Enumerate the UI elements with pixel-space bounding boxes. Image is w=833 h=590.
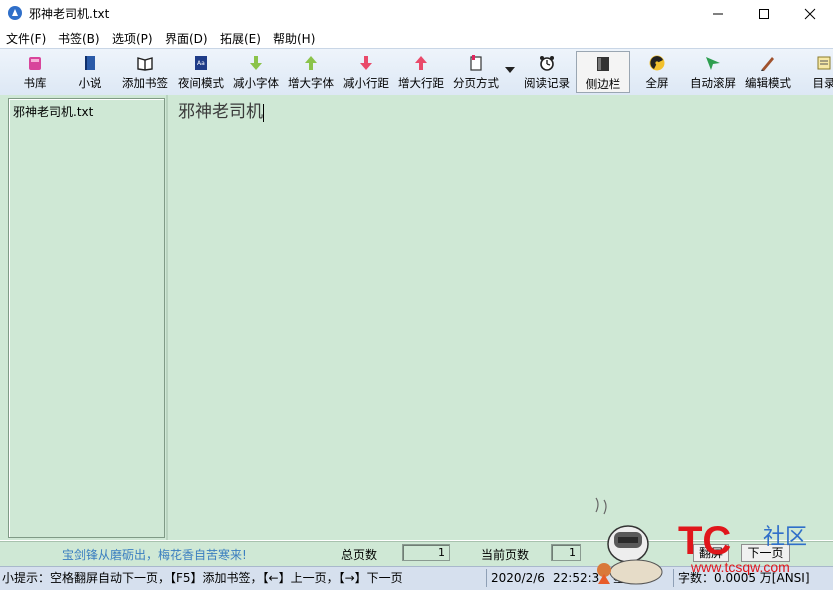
- current-page-label: 当前页数: [481, 548, 530, 562]
- motto-text: 宝剑锋从磨砺出，梅花香自苦寒来!: [62, 548, 247, 562]
- toolbar-line-spacing-more-button[interactable]: 增大行距: [394, 51, 448, 93]
- menu-help[interactable]: 帮助(H): [273, 30, 315, 47]
- toolbar-sidebar-button[interactable]: 侧边栏: [576, 51, 630, 93]
- mascot-figure: [595, 497, 663, 585]
- novel-icon: [85, 56, 95, 70]
- pagination-dropdown-arrow-icon[interactable]: [505, 67, 515, 73]
- toolbar-reading-history-button[interactable]: 阅读记录: [520, 51, 574, 93]
- watermark-suffix: 社区: [763, 525, 807, 550]
- toolbar-novel-button[interactable]: 小说: [67, 51, 113, 93]
- toolbar-edit-mode-button[interactable]: 编辑模式: [741, 51, 795, 93]
- close-button[interactable]: [787, 0, 833, 27]
- auto-scroll-icon: [706, 57, 720, 70]
- watermark-url: www.tcsqw.com: [690, 559, 790, 575]
- toolbar-fullscreen-button[interactable]: 全屏: [634, 51, 680, 93]
- toolbar-add-bookmark-button[interactable]: 添加书签: [118, 51, 172, 93]
- bookshelf-icon: [29, 57, 41, 70]
- toolbar: 书库 小说 添加书签 Aa 夜间模式 减小字体 增大字体 减小行距 增大行距 分…: [0, 48, 833, 96]
- total-pages-field: 1: [402, 544, 450, 561]
- main-area: 邪神老司机.txt 邪神老司机: [0, 95, 833, 540]
- line-spacing-more-icon: [415, 56, 427, 70]
- minimize-icon: [713, 13, 723, 14]
- toc-icon: [817, 56, 831, 70]
- watermark-brand: TC: [678, 519, 731, 563]
- total-pages-label: 总页数: [341, 548, 378, 562]
- reading-text-area[interactable]: 邪神老司机: [168, 95, 833, 540]
- current-page-field[interactable]: 1: [551, 544, 581, 561]
- night-mode-icon: Aa: [195, 56, 207, 70]
- text-caret: [263, 103, 264, 122]
- font-smaller-icon: [250, 56, 262, 70]
- minimize-button[interactable]: [695, 0, 741, 27]
- pagination-icon: [470, 55, 482, 71]
- font-larger-icon: [305, 56, 317, 70]
- menu-interface[interactable]: 界面(D): [165, 30, 208, 47]
- file-list-item[interactable]: 邪神老司机.txt: [13, 103, 93, 120]
- book-content-text: 邪神老司机: [178, 102, 263, 122]
- status-date: 2020/2/6: [491, 571, 545, 585]
- add-bookmark-icon: [137, 57, 153, 71]
- toolbar-font-larger-button[interactable]: 增大字体: [284, 51, 338, 93]
- toolbar-font-smaller-button[interactable]: 减小字体: [229, 51, 283, 93]
- menu-extensions[interactable]: 拓展(E): [220, 30, 261, 47]
- maximize-icon: [759, 8, 769, 19]
- toolbar-night-mode-button[interactable]: Aa 夜间模式: [174, 51, 228, 93]
- toolbar-pagination-button[interactable]: 分页方式: [449, 51, 503, 93]
- window-title: 邪神老司机.txt: [29, 7, 110, 21]
- maximize-button[interactable]: [741, 0, 787, 27]
- watermark-logo: TC 社区 www.tcsqw.com: [595, 497, 807, 585]
- status-divider: [486, 569, 487, 587]
- reading-history-icon: [540, 56, 554, 71]
- svg-text:Aa: Aa: [197, 60, 205, 67]
- app-logo-icon: [8, 6, 22, 20]
- toolbar-bookshelf-button[interactable]: 书库: [12, 51, 58, 93]
- close-icon: [804, 8, 816, 19]
- fullscreen-icon: [649, 55, 665, 71]
- book-content: 邪神老司机: [178, 97, 264, 122]
- line-spacing-less-icon: [360, 56, 372, 70]
- menu-bookmarks[interactable]: 书签(B): [58, 30, 100, 47]
- toolbar-auto-scroll-button[interactable]: 自动滚屏: [686, 51, 740, 93]
- edit-mode-icon: [761, 57, 774, 71]
- menu-options[interactable]: 选项(P): [112, 30, 153, 47]
- sidebar-icon: [597, 57, 609, 71]
- status-tip: 小提示：空格翻屏自动下一页，【F5】添加书签，【←】上一页，【→】下一页: [2, 571, 403, 585]
- title-bar: 邪神老司机.txt: [0, 0, 833, 27]
- toolbar-line-spacing-less-button[interactable]: 减小行距: [339, 51, 393, 93]
- menu-bar: 文件(F) 书签(B) 选项(P) 界面(D) 拓展(E) 帮助(H): [0, 27, 833, 47]
- menu-file[interactable]: 文件(F): [6, 30, 46, 47]
- toolbar-toc-button[interactable]: 目录: [804, 51, 833, 93]
- sidebar-file-list[interactable]: 邪神老司机.txt: [8, 98, 165, 538]
